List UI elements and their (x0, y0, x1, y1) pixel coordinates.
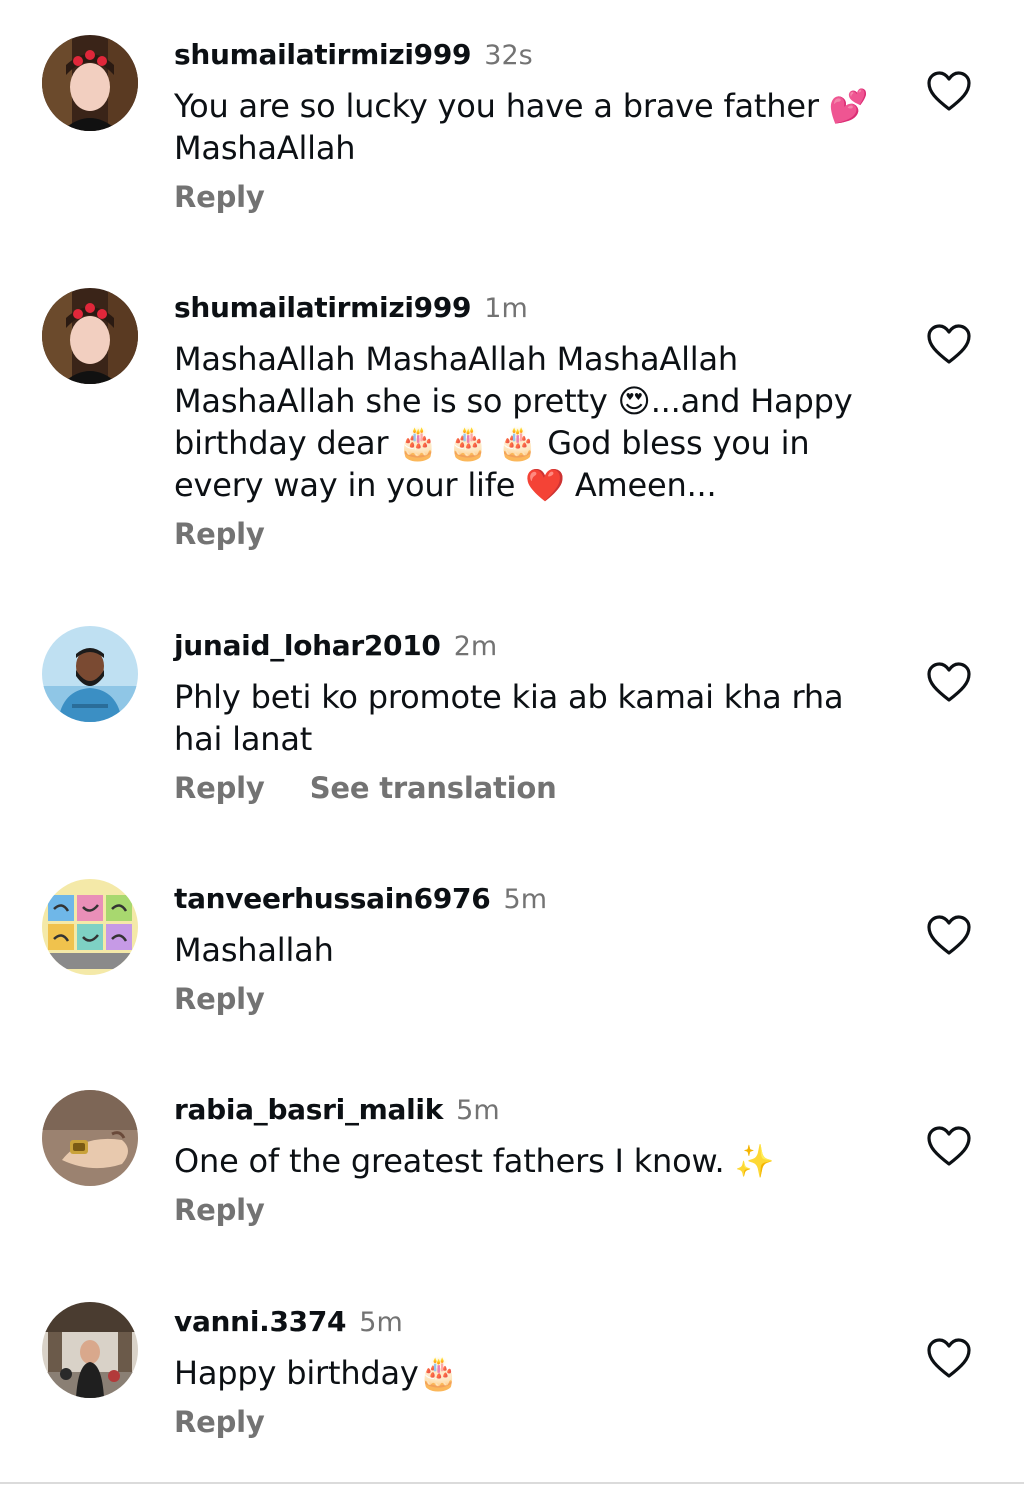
reply-button[interactable]: Reply (174, 771, 265, 805)
divider (0, 1482, 1024, 1484)
comment-username[interactable]: rabia_basri_malik (174, 1093, 443, 1126)
comment-timestamp: 5m (359, 1307, 403, 1338)
comment-text: MashaAllah MashaAllah MashaAllah MashaAl… (174, 340, 853, 504)
heart-outline-icon[interactable] (926, 661, 972, 703)
reply-button[interactable]: Reply (174, 982, 265, 1016)
comment-text: Phly beti ko promote kia ab kamai kha rh… (174, 678, 844, 758)
avatar[interactable] (42, 288, 138, 384)
reply-button[interactable]: Reply (174, 517, 265, 551)
comment-timestamp: 1m (484, 293, 528, 324)
comment-username[interactable]: junaid_lohar2010 (174, 629, 441, 662)
heart-outline-icon[interactable] (926, 1125, 972, 1167)
comment-text: Happy birthday🎂 (174, 1354, 459, 1392)
reply-button[interactable]: Reply (174, 1193, 265, 1227)
comment-text: One of the greatest fathers I know. ✨ (174, 1142, 775, 1180)
comment-timestamp: 5m (456, 1095, 500, 1126)
avatar[interactable] (42, 1302, 138, 1398)
heart-outline-icon[interactable] (926, 1337, 972, 1379)
comment-username[interactable]: shumailatirmizi999 (174, 38, 472, 71)
comments-list: shumailatirmizi999 32s You are so lucky … (0, 0, 1024, 1486)
comment-username[interactable]: shumailatirmizi999 (174, 291, 472, 324)
avatar[interactable] (42, 626, 138, 722)
heart-outline-icon[interactable] (926, 70, 972, 112)
comment-username[interactable]: vanni.3374 (174, 1305, 346, 1338)
reply-button[interactable]: Reply (174, 180, 265, 214)
comment-timestamp: 2m (453, 631, 498, 662)
reply-button[interactable]: Reply (174, 1405, 265, 1439)
comment-timestamp: 32s (484, 40, 533, 71)
see-translation-button[interactable]: See translation (310, 771, 557, 805)
comment-text: Mashallah (174, 931, 334, 969)
avatar[interactable] (42, 879, 138, 975)
avatar[interactable] (42, 1090, 138, 1186)
heart-outline-icon[interactable] (926, 914, 972, 956)
comment-timestamp: 5m (503, 884, 547, 915)
comment-username[interactable]: tanveerhussain6976 (174, 882, 491, 915)
heart-outline-icon[interactable] (926, 323, 972, 365)
avatar[interactable] (42, 35, 138, 131)
comment-text: You are so lucky you have a brave father… (174, 87, 869, 167)
